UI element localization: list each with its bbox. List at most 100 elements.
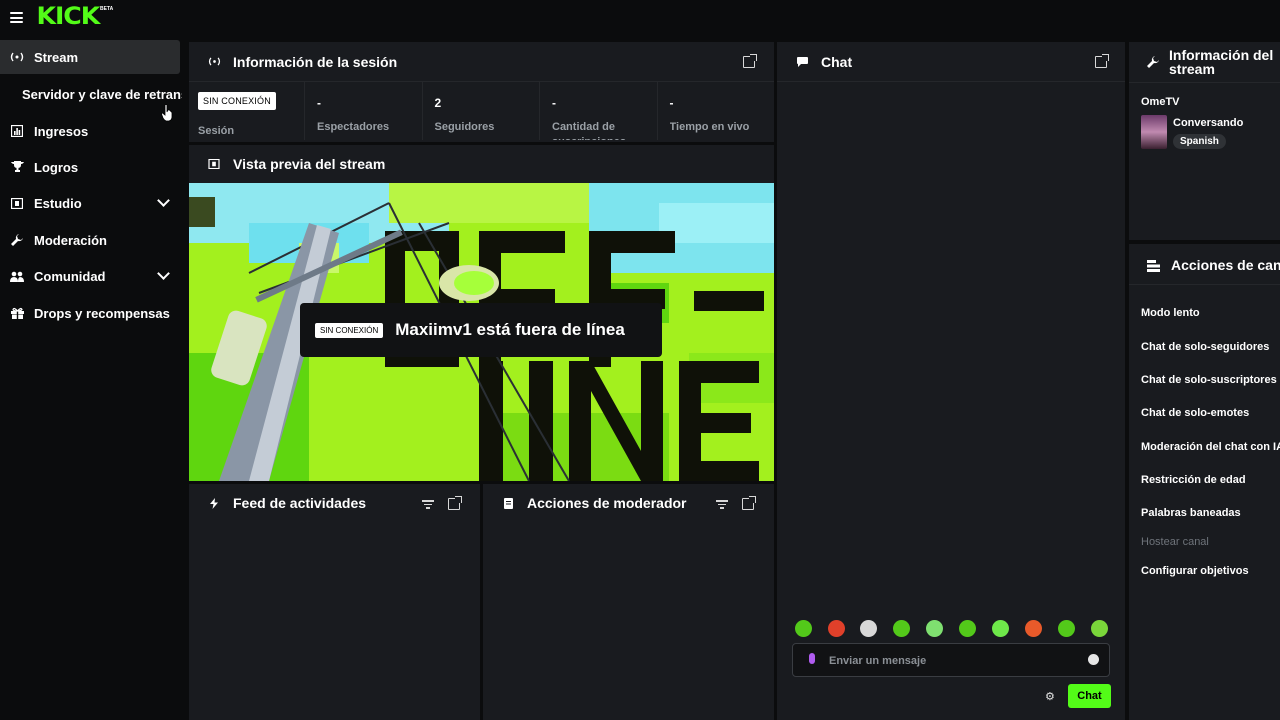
- action-followers-only[interactable]: Chat de solo-seguidores: [1141, 341, 1269, 353]
- lightning-icon: [207, 497, 221, 509]
- stream-category[interactable]: OmeTV: [1141, 96, 1180, 108]
- stat-label: Cantidad de suscripciones: [552, 121, 626, 140]
- session-info-header: Información de la sesión: [189, 42, 774, 82]
- sidebar-subitem-server-key[interactable]: Servidor y clave de retransmisión: [22, 79, 182, 109]
- action-ai-moderation[interactable]: Moderación del chat con IA: [1141, 441, 1280, 453]
- session-status-cell: SIN CONEXIÓN Sesión: [189, 82, 305, 140]
- stat-viewers: - Espectadores: [305, 82, 423, 140]
- wrench-icon: [10, 233, 24, 247]
- stat-value: -: [317, 96, 321, 110]
- chat-header: Chat: [777, 42, 1125, 82]
- popout-icon[interactable]: [742, 496, 756, 510]
- session-label: Sesión: [198, 125, 235, 137]
- sidebar-item-label: Drops y recompensas: [34, 305, 170, 321]
- emote-icon[interactable]: [1058, 620, 1075, 637]
- users-icon: [10, 269, 24, 283]
- emoji-icon[interactable]: [1088, 654, 1099, 665]
- moderator-actions-panel: Acciones de moderador: [483, 484, 774, 720]
- sidebar-item-ingresos[interactable]: Ingresos: [0, 114, 180, 148]
- action-set-goals[interactable]: Configurar objetivos: [1141, 565, 1249, 577]
- emote-icon[interactable]: [828, 620, 845, 637]
- broadcast-icon: [207, 57, 221, 66]
- language-badge: Spanish: [1173, 134, 1226, 149]
- top-bar: KICK BETA: [0, 0, 1280, 40]
- chat-panel: Chat: [777, 42, 1125, 720]
- filter-icon[interactable]: [716, 500, 728, 509]
- stream-preview-panel: Vista previa del stream: [189, 145, 774, 183]
- session-info-panel: Información de la sesión SIN CONEXIÓN Se…: [189, 42, 774, 142]
- emote-bar: [792, 620, 1112, 638]
- emote-icon[interactable]: [893, 620, 910, 637]
- offline-badge: SIN CONEXIÓN: [315, 322, 384, 338]
- gear-icon[interactable]: ⚙: [1045, 690, 1055, 703]
- film-icon: [207, 159, 221, 169]
- action-banned-words[interactable]: Palabras baneadas: [1141, 507, 1241, 519]
- mouse-cursor-icon: [161, 104, 173, 122]
- microphone-icon[interactable]: [809, 653, 815, 664]
- action-slow-mode[interactable]: Modo lento: [1141, 307, 1200, 319]
- sidebar-item-label: Stream: [34, 49, 79, 65]
- stat-followers: 2 Seguidores: [423, 82, 540, 140]
- chevron-down-icon[interactable]: [157, 194, 170, 207]
- sidebar-item-label: Logros: [34, 159, 79, 175]
- activity-feed-title: Feed de actividades: [233, 495, 367, 511]
- emote-icon[interactable]: [959, 620, 976, 637]
- sidebar-item-comunidad[interactable]: Comunidad: [0, 259, 180, 293]
- action-host-channel: Hostear canal: [1141, 536, 1209, 548]
- chat-bubble-icon: [795, 56, 809, 67]
- popout-icon[interactable]: [1095, 54, 1109, 68]
- sidebar-item-drops[interactable]: Drops y recompensas: [0, 296, 180, 330]
- offline-overlay: SIN CONEXIÓN Maxiimv1 está fuera de líne…: [300, 303, 662, 357]
- emote-icon[interactable]: [926, 620, 943, 637]
- filter-icon[interactable]: [422, 500, 434, 509]
- offline-badge: SIN CONEXIÓN: [198, 92, 276, 110]
- trophy-icon: [10, 160, 24, 174]
- session-stats: SIN CONEXIÓN Sesión - Espectadores 2 Seg…: [189, 82, 774, 140]
- emote-icon[interactable]: [860, 620, 877, 637]
- emote-icon[interactable]: [992, 620, 1009, 637]
- chevron-down-icon[interactable]: [157, 267, 170, 280]
- sidebar-item-logros[interactable]: Logros: [0, 150, 180, 184]
- wrench-icon: [1147, 56, 1159, 71]
- popout-icon[interactable]: [743, 54, 757, 68]
- stat-label: Espectadores: [317, 121, 390, 133]
- sidebar-item-label: Moderación: [34, 232, 107, 248]
- category-thumbnail[interactable]: [1141, 115, 1167, 149]
- offline-message: Maxiimv1 está fuera de línea: [395, 320, 625, 339]
- stream-info-panel: Información del stream OmeTV Conversando…: [1129, 42, 1280, 240]
- offline-preview-image[interactable]: SIN CONEXIÓN Maxiimv1 está fuera de líne…: [189, 183, 774, 481]
- action-subscribers-only[interactable]: Chat de solo-suscriptores: [1141, 374, 1277, 386]
- sidebar-item-estudio[interactable]: Estudio: [0, 186, 180, 220]
- sidebar-item-label: Comunidad: [34, 268, 106, 284]
- document-icon: [501, 497, 515, 509]
- film-icon: [10, 196, 24, 210]
- emote-icon[interactable]: [795, 620, 812, 637]
- emote-icon[interactable]: [1025, 620, 1042, 637]
- emote-icon[interactable]: [1091, 620, 1108, 637]
- sidebar-item-moderacion[interactable]: Moderación: [0, 223, 180, 257]
- stat-value: -: [552, 96, 556, 110]
- session-info-title: Información de la sesión: [233, 53, 398, 70]
- activity-feed-header: Feed de actividades: [189, 484, 480, 522]
- stat-value: 2: [434, 96, 442, 110]
- stat-label: Seguidores: [434, 121, 495, 133]
- sidebar-item-label: Estudio: [34, 195, 82, 211]
- stat-live-time: - Tiempo en vivo: [658, 82, 775, 140]
- broadcast-icon: [10, 50, 24, 64]
- send-chat-button[interactable]: Chat: [1068, 684, 1111, 708]
- stream-preview-title: Vista previa del stream: [233, 156, 386, 172]
- stat-value: -: [669, 96, 674, 110]
- stream-info-title: Información del stream: [1169, 47, 1274, 77]
- menu-icon[interactable]: [10, 12, 23, 23]
- popout-icon[interactable]: [448, 496, 462, 510]
- sidebar-item-stream[interactable]: Stream: [0, 40, 180, 74]
- action-emotes-only[interactable]: Chat de solo-emotes: [1141, 407, 1249, 419]
- chat-input-box[interactable]: [792, 643, 1110, 677]
- chart-icon: [10, 124, 24, 138]
- chat-message-input[interactable]: [829, 652, 1069, 670]
- settings-panel-icon: [1147, 259, 1160, 277]
- action-age-restriction[interactable]: Restricción de edad: [1141, 474, 1246, 486]
- stat-label: Tiempo en vivo: [669, 121, 750, 133]
- kick-logo[interactable]: KICK: [37, 4, 101, 28]
- sidebar: Stream Servidor y clave de retransmisión…: [0, 40, 182, 720]
